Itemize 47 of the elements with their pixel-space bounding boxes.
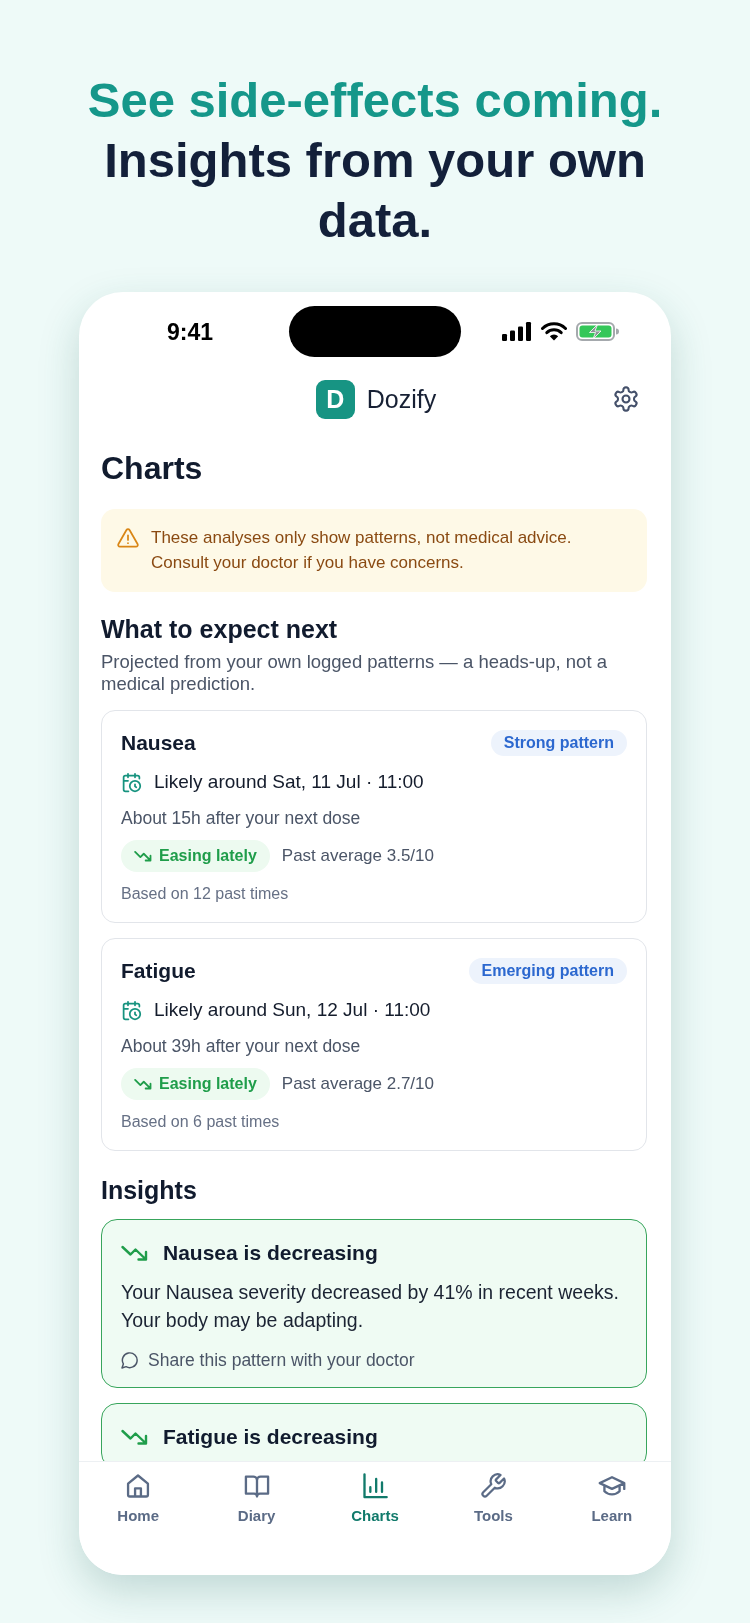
tab-item[interactable]: Diary [197, 1462, 316, 1528]
app-name: Dozify [366, 384, 437, 414]
insight-text: Your Nausea severity decreased by 41% in recent weeks. Your body may be adapting. [121, 1279, 620, 1333]
sample-count: Based on 6 past times [121, 1112, 281, 1132]
pattern-badge: Strong pattern [490, 730, 627, 756]
wifi-icon [540, 322, 567, 341]
symptom-name: Fatigue [121, 959, 196, 983]
section-title: Insights [101, 1176, 198, 1204]
trend-down-icon [121, 1428, 148, 1445]
calendar-clock-icon [121, 999, 142, 1021]
trend-down-icon [134, 850, 152, 862]
warning-icon [117, 528, 139, 548]
symptom-name: Nausea [121, 731, 196, 755]
section-title: What to expect next [101, 615, 339, 643]
past-average: Past average 2.7/10 [281, 1073, 434, 1095]
signal-icon [501, 322, 532, 341]
headline-accent: See side-effects coming. [86, 72, 664, 129]
forecast-time: Likely around Sat, 11 Jul · 11:00 [154, 770, 424, 794]
status-time: 9:41 [166, 317, 213, 346]
wrench-icon [479, 1472, 508, 1500]
forecast-time: Likely around Sun, 12 Jul · 11:00 [154, 998, 431, 1022]
tab-item[interactable]: Tools [434, 1462, 553, 1528]
disclaimer-text: These analyses only show patterns, not medical advice. Consult your doctor if you have concerns. [151, 527, 572, 574]
trend-label: Easing lately [159, 1074, 257, 1094]
section-subtitle: Projected from your own logged patterns — a heads-up, not a medical prediction. [101, 651, 608, 695]
tab-item[interactable]: Charts [315, 1462, 435, 1528]
dose-offset: About 15h after your next dose [121, 807, 362, 829]
trend-down-icon [134, 1078, 152, 1090]
insight-title: Fatigue is decreasing [163, 1424, 378, 1449]
trend-label: Easing lately [159, 846, 257, 866]
sample-count: Based on 12 past times [121, 884, 290, 904]
past-average: Past average 3.5/10 [281, 845, 434, 867]
battery-icon [575, 322, 619, 341]
dose-offset: About 39h after your next dose [121, 1035, 362, 1057]
bar-chart-icon [361, 1472, 389, 1500]
settings-icon[interactable] [612, 385, 640, 413]
speech-bubble-icon [121, 1350, 139, 1369]
trend-down-icon [121, 1244, 148, 1261]
calendar-clock-icon [121, 771, 142, 793]
share-button[interactable]: Share this pattern with your doctor [121, 1349, 415, 1370]
tab-item[interactable]: Home [79, 1462, 198, 1528]
tab-item[interactable]: Learn [552, 1462, 671, 1528]
headline: Insights from your own data. [103, 132, 647, 249]
page-title: Charts [101, 449, 204, 487]
pattern-badge: Emerging pattern [468, 958, 627, 984]
app-logo: D [315, 379, 355, 419]
insight-title: Nausea is decreasing [163, 1240, 378, 1265]
